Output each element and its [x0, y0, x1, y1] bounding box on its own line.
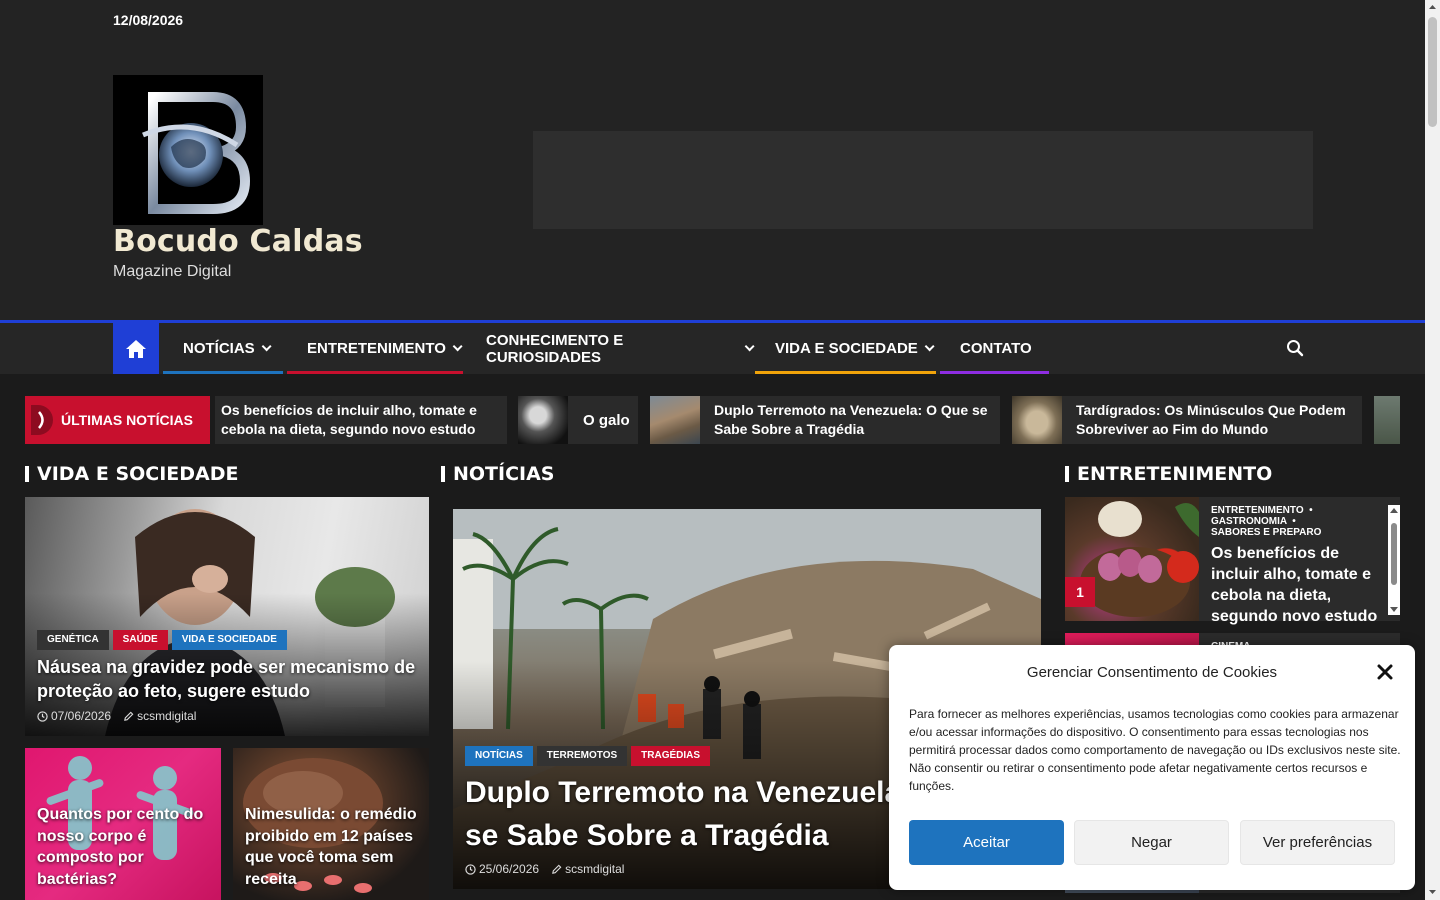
post-author[interactable]: scsmdigital	[137, 709, 196, 723]
search-icon[interactable]	[1286, 339, 1304, 357]
nav-underline	[755, 371, 936, 374]
ticker-item-title: Duplo Terremoto na Venezuela: O Que se S…	[714, 402, 988, 437]
small-card[interactable]: Nimesulida: o remédio proibido em 12 paí…	[233, 748, 429, 900]
page-scrollbar[interactable]	[1425, 0, 1440, 900]
card-meta: 07/06/2026 scsmdigital	[37, 709, 196, 723]
ticker-item[interactable]: O galo	[518, 396, 638, 444]
preferences-button[interactable]: Ver preferências	[1240, 820, 1395, 865]
section-heading-entretenimento: ENTRETENIMENTO	[1065, 463, 1272, 485]
ticker-item[interactable]: Tardígrados: Os Minúsculos Que Podem Sob…	[1012, 396, 1362, 444]
list-rank-badge: 1	[1065, 577, 1095, 607]
card-title[interactable]: Nimesulida: o remédio proibido em 12 paí…	[245, 804, 421, 890]
card-meta: 25/06/2026 scsmdigital	[465, 862, 624, 876]
list-categories: ENTRETENIMENTO • GASTRONOMIA • SABORES E…	[1211, 505, 1322, 538]
nav-item-entretenimento[interactable]: ENTRETENIMENTO	[287, 323, 463, 374]
header-date: 12/08/2026	[113, 12, 184, 28]
nav-item-noticias[interactable]: NOTÍCIAS	[163, 323, 283, 374]
chevron-down-icon	[261, 341, 272, 352]
nav-underline	[163, 371, 283, 374]
post-date: 25/06/2026	[479, 862, 540, 876]
ticker-thumbnail	[518, 396, 568, 444]
scrollbar-arrows	[1429, 5, 1436, 894]
nav-item-contato[interactable]: CONTATO	[940, 323, 1049, 374]
card-title[interactable]: Quantos por cento do nosso corpo é compo…	[37, 804, 209, 890]
home-icon	[126, 339, 146, 358]
site-title[interactable]: Bocudo Caldas	[113, 224, 363, 259]
section-heading-noticias: NOTÍCIAS	[441, 463, 555, 485]
ticker-label-text: ÚLTIMAS NOTÍCIAS	[61, 412, 193, 428]
card-title[interactable]: Náusea na gravidez pode ser mecanismo de…	[37, 655, 422, 703]
ticker-item[interactable]	[1374, 396, 1400, 444]
scrollbar-thumb[interactable]	[1428, 17, 1437, 127]
clock-icon	[37, 710, 48, 722]
ticker-item-title: Os benefícios de incluir alho, tomate e …	[221, 402, 477, 437]
ticker-item-title: Tardígrados: Os Minúsculos Que Podem Sob…	[1076, 402, 1346, 437]
scrollbar-track	[1390, 508, 1398, 612]
category-link[interactable]: SABORES E PREPARO	[1211, 527, 1321, 538]
nav-item-label: NOTÍCIAS	[183, 340, 255, 357]
tag-terremotos[interactable]: TERREMOTOS	[536, 746, 628, 766]
feature-card[interactable]: GENÉTICA SAÚDE VIDA E SOCIEDADE Náusea n…	[25, 497, 429, 736]
nav-item-label: CONHECIMENTO E CURIOSIDADES	[486, 331, 624, 366]
section-heading-vida: VIDA E SOCIEDADE	[25, 463, 239, 485]
tag-list: NOTÍCIAS TERREMOTOS TRAGÉDIAS	[465, 746, 714, 766]
nav-item-conhecimento[interactable]: CONHECIMENTO E CURIOSIDADES	[466, 323, 755, 374]
site-tagline: Magazine Digital	[113, 263, 232, 280]
close-icon[interactable]	[1376, 663, 1394, 681]
clock-icon	[465, 863, 476, 875]
site-header: 12/08/2026 Bocudo Caldas Magazine Digita…	[0, 0, 1425, 320]
list-scrollbar[interactable]	[1388, 505, 1400, 615]
ticker-label: ÚLTIMAS NOTÍCIAS	[25, 396, 210, 444]
ticker-thumbnail	[1374, 396, 1400, 444]
nav-underline	[287, 371, 463, 374]
ticker-item[interactable]: Duplo Terremoto na Venezuela: O Que se S…	[650, 396, 1000, 444]
chevron-down-icon	[744, 341, 755, 352]
accept-button[interactable]: Aceitar	[909, 820, 1064, 865]
list-item-title[interactable]: Os benefícios de incluir alho, tomate e …	[1211, 543, 1381, 627]
category-link[interactable]: GASTRONOMIA	[1211, 516, 1287, 527]
small-card[interactable]: Quantos por cento do nosso corpo é compo…	[25, 748, 221, 900]
chevron-down-icon	[924, 341, 935, 352]
tag-genetica[interactable]: GENÉTICA	[37, 630, 109, 650]
main-navigation: NOTÍCIAS ENTRETENIMENTO CONHECIMENTO E C…	[0, 320, 1425, 374]
ticker-item[interactable]: Os benefícios de incluir alho, tomate e …	[215, 396, 507, 444]
nav-item-vida-sociedade[interactable]: VIDA E SOCIEDADE	[755, 323, 936, 374]
logo-emblem-icon	[113, 75, 263, 225]
cookie-dialog-text: Para fornecer as melhores experiências, …	[909, 707, 1401, 793]
tag-saude[interactable]: SAÚDE	[112, 630, 168, 650]
tag-vida-sociedade[interactable]: VIDA E SOCIEDADE	[171, 630, 287, 650]
cookie-consent-dialog: Gerenciar Consentimento de Cookies Para …	[889, 645, 1415, 890]
post-date: 07/06/2026	[51, 709, 112, 723]
nav-underline	[940, 371, 1049, 374]
ad-banner	[533, 131, 1313, 229]
ticker-item-title: O galo	[583, 411, 630, 429]
category-link[interactable]: ENTRETENIMENTO	[1211, 505, 1304, 516]
cookie-dialog-title: Gerenciar Consentimento de Cookies	[1026, 664, 1278, 681]
tag-tragedias[interactable]: TRAGÉDIAS	[631, 746, 711, 766]
ticker-thumbnail	[650, 396, 700, 444]
nav-item-label: CONTATO	[960, 340, 1032, 357]
nav-item-label: ENTRETENIMENTO	[307, 340, 446, 357]
list-item[interactable]: 1 ENTRETENIMENTO • GASTRONOMIA • SABORES…	[1065, 497, 1400, 625]
deny-button[interactable]: Negar	[1074, 820, 1229, 865]
nav-home-button[interactable]	[113, 323, 159, 374]
tag-list: GENÉTICA SAÚDE VIDA E SOCIEDADE	[37, 630, 291, 650]
site-logo[interactable]	[113, 75, 263, 225]
broadcast-icon	[31, 405, 53, 435]
post-author[interactable]: scsmdigital	[565, 862, 624, 876]
pencil-icon	[552, 864, 562, 874]
tag-noticias[interactable]: NOTÍCIAS	[465, 746, 533, 766]
pencil-icon	[124, 711, 134, 721]
nav-item-label: VIDA E SOCIEDADE	[775, 340, 918, 357]
ticker-thumbnail	[1012, 396, 1062, 444]
chevron-down-icon	[452, 341, 463, 352]
